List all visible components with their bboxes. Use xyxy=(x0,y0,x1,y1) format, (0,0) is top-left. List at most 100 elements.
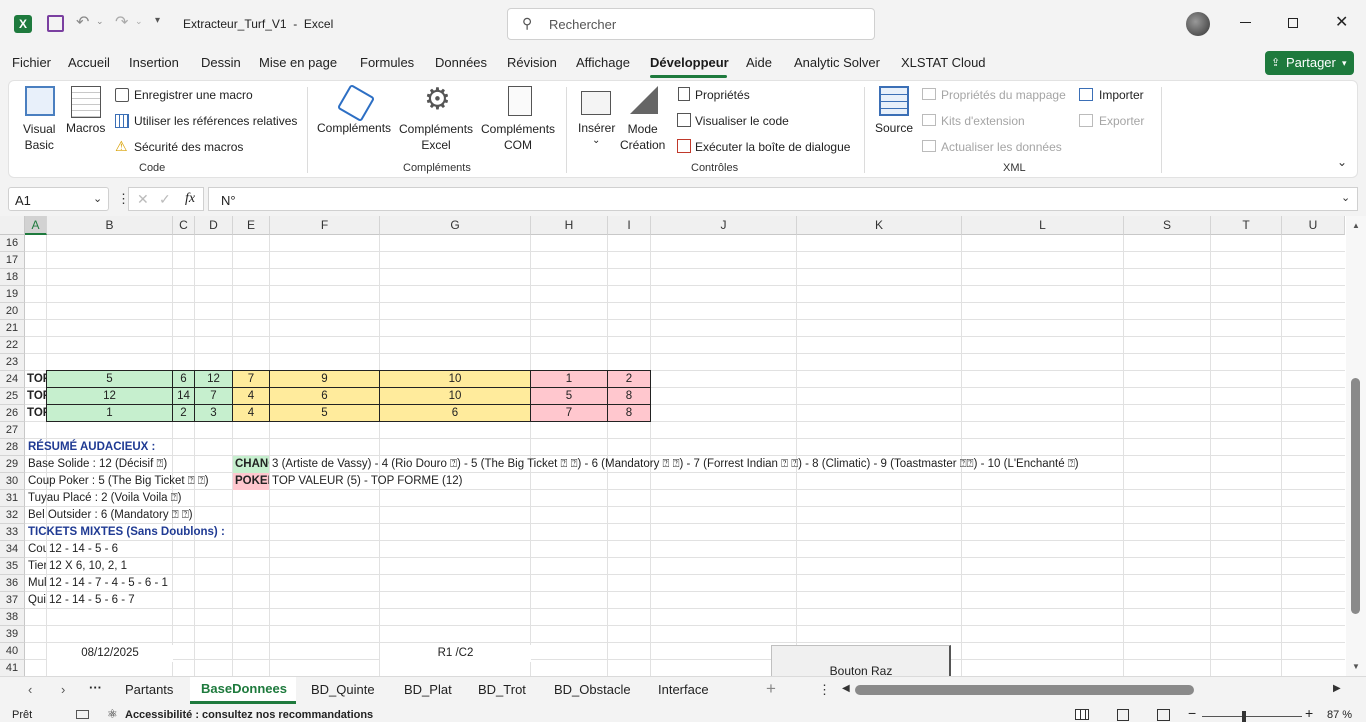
tab-interface[interactable]: Interface xyxy=(658,682,709,697)
column-header[interactable]: S xyxy=(1124,216,1211,235)
row-header[interactable]: 39 xyxy=(0,626,25,643)
zoom-level[interactable]: 87 % xyxy=(1327,709,1352,721)
column-header[interactable]: D xyxy=(195,216,233,235)
select-all-corner[interactable] xyxy=(0,216,25,235)
save-icon[interactable] xyxy=(47,15,64,32)
tab-bd-trot[interactable]: BD_Trot xyxy=(478,682,526,697)
complements-com-icon[interactable] xyxy=(508,86,532,116)
row-header[interactable]: 24 xyxy=(0,371,25,388)
cell-i26[interactable]: 8 xyxy=(607,404,651,422)
complements-icon[interactable] xyxy=(336,83,376,123)
executer-boite-button[interactable]: Exécuter la boîte de dialogue xyxy=(695,140,850,154)
cell-b37[interactable]: 12 - 14 - 5 - 6 - 7 xyxy=(49,592,249,609)
cell-d25[interactable]: 7 xyxy=(194,387,233,405)
name-box-dropdown-icon[interactable]: ⌄ xyxy=(93,192,102,205)
tabs-options-icon[interactable]: ⋮ xyxy=(818,682,831,698)
menu-mise-en-page[interactable]: Mise en page xyxy=(259,55,337,70)
undo-icon[interactable]: ↶ xyxy=(76,12,89,32)
cell-poker-label[interactable]: POKER xyxy=(233,473,269,490)
minimize-icon[interactable] xyxy=(1240,22,1251,23)
row-header[interactable]: 22 xyxy=(0,337,25,354)
row-header[interactable]: 16 xyxy=(0,235,25,252)
proprietes-button[interactable]: Propriétés xyxy=(695,88,750,102)
macro-security-button[interactable]: Sécurité des macros xyxy=(134,140,243,154)
row-header[interactable]: 28 xyxy=(0,439,25,456)
import-button[interactable]: Importer xyxy=(1099,88,1144,102)
redo-icon[interactable]: ↷ xyxy=(115,12,128,32)
complements-excel-button[interactable]: Compléments Excel xyxy=(399,121,473,153)
cell-b36[interactable]: 12 - 14 - 7 - 4 - 5 - 6 - 1 xyxy=(49,575,249,592)
cell-chance-label[interactable]: CHANCES xyxy=(233,456,269,473)
complements-com-button[interactable]: Compléments COM xyxy=(481,121,555,153)
cell-b35[interactable]: 12 X 6, 10, 2, 1 xyxy=(49,558,249,575)
page-break-icon[interactable] xyxy=(1157,709,1170,721)
cell-h24[interactable]: 1 xyxy=(530,370,608,388)
menu-donnees[interactable]: Données xyxy=(435,55,487,70)
cell-b26[interactable]: 1 xyxy=(46,404,173,422)
row-header[interactable]: 23 xyxy=(0,354,25,371)
menu-developpeur[interactable]: Développeur xyxy=(650,55,729,70)
cell-poker-text[interactable]: TOP VALEUR (5) - TOP FORME (12) xyxy=(272,473,672,490)
column-header[interactable]: L xyxy=(962,216,1124,235)
column-header[interactable]: J xyxy=(651,216,797,235)
cell-a35[interactable]: Tiercé xyxy=(28,558,46,575)
row-header[interactable]: 20 xyxy=(0,303,25,320)
scroll-right-icon[interactable]: ▶ xyxy=(1333,683,1341,694)
zoom-slider[interactable] xyxy=(1202,711,1302,722)
column-header[interactable]: H xyxy=(531,216,608,235)
column-header[interactable]: E xyxy=(233,216,270,235)
inserer-dropdown-icon[interactable]: ⌄ xyxy=(592,135,600,146)
cell-base-solide[interactable]: Base Solide : 12 (Décisif ⍰) xyxy=(28,456,232,473)
row-header[interactable]: 41 xyxy=(0,660,25,676)
row-header[interactable]: 26 xyxy=(0,405,25,422)
cell-a26[interactable]: TOP xyxy=(27,405,46,422)
tab-partants[interactable]: Partants xyxy=(125,682,173,697)
ribbon-collapse-icon[interactable]: ⌄ xyxy=(1337,155,1347,169)
column-header[interactable]: U xyxy=(1282,216,1345,235)
toolbox-icon[interactable] xyxy=(581,91,611,115)
record-macro-button[interactable]: Enregistrer une macro xyxy=(134,88,253,102)
cell-a34[interactable]: Couplé xyxy=(28,541,46,558)
row-header[interactable]: 36 xyxy=(0,575,25,592)
cell-c25[interactable]: 14 xyxy=(172,387,195,405)
redo-dropdown-icon[interactable]: ⌄ xyxy=(135,16,143,27)
row-header[interactable]: 30 xyxy=(0,473,25,490)
confirm-icon[interactable]: ✓ xyxy=(159,191,171,208)
scroll-down-icon[interactable]: ▼ xyxy=(1352,662,1360,671)
cell-b25[interactable]: 12 xyxy=(46,387,173,405)
vertical-scroll-thumb[interactable] xyxy=(1351,378,1360,614)
cell-g24[interactable]: 10 xyxy=(379,370,531,388)
menu-analytic-solver[interactable]: Analytic Solver xyxy=(794,55,880,70)
accessibility-status[interactable]: Accessibilité : consultez nos recommanda… xyxy=(125,709,373,721)
prev-sheet-icon[interactable]: ‹ xyxy=(28,682,32,697)
design-mode-icon[interactable] xyxy=(630,86,658,114)
column-header[interactable]: G xyxy=(380,216,531,235)
zoom-in-icon[interactable]: + xyxy=(1305,705,1313,721)
menu-revision[interactable]: Révision xyxy=(507,55,557,70)
cell-g26[interactable]: 6 xyxy=(379,404,531,422)
column-header[interactable]: B xyxy=(47,216,173,235)
row-header[interactable]: 37 xyxy=(0,592,25,609)
cell-e26[interactable]: 4 xyxy=(232,404,270,422)
cell-h25[interactable]: 5 xyxy=(530,387,608,405)
close-icon[interactable]: ✕ xyxy=(1335,12,1348,32)
cell-chance-text[interactable]: 3 (Artiste de Vassy) - 4 (Rio Douro ⍰) -… xyxy=(272,456,1272,473)
spreadsheet-grid[interactable]: A B C D E F G H I J K L S T U 16 17 18 19 20… xyxy=(0,216,1366,676)
cell-b24[interactable]: 5 xyxy=(46,370,173,388)
reset-button[interactable]: Bouton Raz xyxy=(771,645,951,676)
cell-f24[interactable]: 9 xyxy=(269,370,380,388)
cell-a25[interactable]: TOP xyxy=(27,388,46,405)
cell-e25[interactable]: 4 xyxy=(232,387,270,405)
macros-button[interactable]: Macros xyxy=(66,121,105,135)
restore-icon[interactable] xyxy=(1288,18,1298,28)
share-button[interactable]: ⇪ Partager ▾ xyxy=(1265,51,1354,75)
cell-d26[interactable]: 3 xyxy=(194,404,233,422)
cell-f25[interactable]: 6 xyxy=(269,387,380,405)
horizontal-scroll-thumb[interactable] xyxy=(855,685,1194,695)
cell-g25[interactable]: 10 xyxy=(379,387,531,405)
vertical-scrollbar[interactable]: ▲ ▼ xyxy=(1346,216,1366,676)
cell-a36[interactable]: Multi xyxy=(28,575,46,592)
row-header[interactable]: 18 xyxy=(0,269,25,286)
complements-button[interactable]: Compléments xyxy=(317,121,391,135)
formula-input[interactable]: N° ⌄ xyxy=(208,187,1358,211)
